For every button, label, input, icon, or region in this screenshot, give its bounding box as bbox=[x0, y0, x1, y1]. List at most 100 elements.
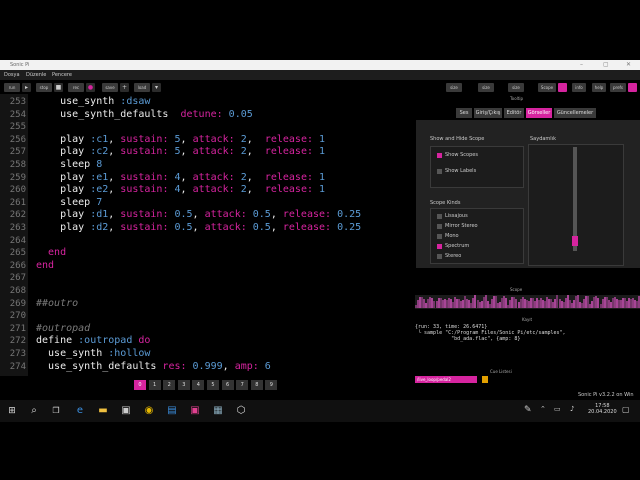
spectrum-checkbox[interactable] bbox=[437, 244, 442, 249]
show-scopes-checkbox[interactable] bbox=[437, 153, 442, 158]
code-line[interactable]: play :c1, sustain: 5, attack: 2, release… bbox=[60, 134, 325, 145]
run-button[interactable]: run bbox=[4, 83, 20, 92]
record-icon[interactable]: ● bbox=[86, 83, 95, 92]
code-line[interactable]: play :e2, sustain: 4, attack: 2, release… bbox=[60, 184, 325, 195]
code-line[interactable]: #outropad bbox=[36, 323, 90, 334]
buffer-tab-4[interactable]: 4 bbox=[192, 380, 205, 390]
menu-window[interactable]: Pencere bbox=[52, 72, 72, 78]
search-icon[interactable]: ⌕ bbox=[28, 405, 40, 417]
code-token: sustain: bbox=[120, 133, 175, 145]
tab-editor[interactable]: Editör bbox=[504, 108, 524, 118]
code-line[interactable]: use_synth :hollow bbox=[48, 348, 150, 359]
app-icon[interactable]: ▣ bbox=[189, 405, 201, 417]
info-button[interactable]: info bbox=[572, 83, 586, 92]
mirror-stereo-checkbox[interactable] bbox=[437, 224, 442, 229]
text-size-button[interactable]: size bbox=[446, 83, 462, 92]
line-number: 257 bbox=[9, 147, 26, 158]
pen-icon[interactable]: ✎ bbox=[524, 405, 532, 415]
explorer-icon[interactable]: ▬ bbox=[97, 405, 109, 417]
save-button[interactable]: save bbox=[102, 83, 118, 92]
code-line[interactable]: use_synth_defaults res: 0.999, amp: 6 bbox=[48, 361, 271, 372]
code-token: 0.25 bbox=[337, 222, 362, 233]
tab-updates[interactable]: Güncellemeler bbox=[554, 108, 596, 118]
mono-checkbox[interactable] bbox=[437, 234, 442, 239]
code-line[interactable]: use_synth :dsaw bbox=[60, 96, 150, 107]
code-line[interactable]: sleep 7 bbox=[60, 197, 102, 208]
volume-icon[interactable]: ♪ bbox=[570, 405, 574, 413]
store-icon[interactable]: ▣ bbox=[120, 405, 132, 417]
load-icon[interactable]: ▾ bbox=[152, 83, 161, 92]
buffer-tab-1[interactable]: 1 bbox=[148, 380, 161, 390]
stop-button[interactable]: stop bbox=[36, 83, 52, 92]
tab-io[interactable]: Giriş/Çıkış bbox=[474, 108, 502, 118]
outlook-icon[interactable]: ▤ bbox=[166, 405, 178, 417]
edge-icon[interactable]: e bbox=[74, 405, 86, 417]
task-view-icon[interactable]: ❐ bbox=[50, 405, 62, 417]
line-number: 255 bbox=[9, 122, 26, 133]
scope-button[interactable]: Scope bbox=[538, 83, 556, 92]
line-number: 274 bbox=[9, 361, 26, 372]
help-button[interactable]: help bbox=[592, 83, 606, 92]
code-line[interactable]: end bbox=[48, 247, 66, 258]
maximize-button[interactable]: ▢ bbox=[603, 61, 609, 68]
chrome-icon[interactable]: ◉ bbox=[143, 405, 155, 417]
buffer-tab-7[interactable]: 7 bbox=[236, 380, 249, 390]
sonic-pi-icon[interactable]: ⬡ bbox=[235, 405, 247, 417]
code-line[interactable]: play :d1, sustain: 0.5, attack: 0.5, rel… bbox=[60, 209, 361, 220]
buffer-tab-0[interactable]: 0 bbox=[134, 380, 146, 390]
tab-visuals[interactable]: Görseller bbox=[526, 108, 552, 118]
code-line[interactable]: ##outro bbox=[36, 298, 78, 309]
text-size-up-button[interactable]: size bbox=[508, 83, 524, 92]
stereo-checkbox[interactable] bbox=[437, 254, 442, 259]
spectrum-label: Spectrum bbox=[445, 243, 470, 249]
code-token: , bbox=[108, 184, 121, 196]
buffer-tab-9[interactable]: 9 bbox=[265, 380, 278, 390]
show-labels-checkbox[interactable] bbox=[437, 169, 442, 174]
prefs-icon[interactable] bbox=[628, 83, 637, 92]
scope-kinds-title: Scope Kinds bbox=[430, 200, 461, 206]
taskbar-clock[interactable]: 17:58 20.04.2020 bbox=[588, 403, 617, 415]
close-button[interactable]: ✕ bbox=[626, 61, 631, 68]
notification-icon[interactable]: ▢ bbox=[622, 405, 630, 414]
buffer-tab-8[interactable]: 8 bbox=[250, 380, 263, 390]
buffer-tab-2[interactable]: 2 bbox=[163, 380, 176, 390]
play-icon[interactable]: ▸ bbox=[22, 83, 31, 92]
code-token: 1 bbox=[319, 184, 326, 196]
windows-icon[interactable]: ⊞ bbox=[6, 405, 18, 417]
code-line[interactable]: play :d2, sustain: 0.5, attack: 0.5, rel… bbox=[60, 222, 361, 233]
code-token: , bbox=[270, 222, 283, 233]
code-line[interactable]: define :outropad do bbox=[36, 335, 150, 346]
stop-icon[interactable]: ■ bbox=[54, 83, 63, 92]
network-icon[interactable]: ▭ bbox=[554, 405, 561, 413]
save-icon[interactable]: + bbox=[120, 83, 129, 92]
buffer-tab-3[interactable]: 3 bbox=[177, 380, 190, 390]
notepad-icon[interactable]: ▦ bbox=[212, 405, 224, 417]
chevron-up-icon[interactable]: ⌃ bbox=[540, 405, 546, 413]
load-button[interactable]: load bbox=[134, 83, 150, 92]
code-line[interactable]: end bbox=[36, 260, 54, 271]
menu-file[interactable]: Dosya bbox=[4, 72, 20, 78]
code-editor[interactable]: 253 use_synth :dsaw 254 use_synth_defaults … bbox=[0, 94, 410, 376]
transparency-slider-handle[interactable] bbox=[572, 236, 578, 247]
rec-button[interactable]: rec bbox=[68, 83, 84, 92]
code-token: :outropad bbox=[78, 335, 139, 347]
code-token: 1 bbox=[319, 146, 326, 158]
show-labels-label: Show Labels bbox=[445, 168, 477, 174]
line-number: 260 bbox=[9, 185, 26, 196]
minimize-button[interactable]: – bbox=[580, 61, 583, 68]
code-line[interactable]: sleep 8 bbox=[60, 159, 102, 170]
prefs-button[interactable]: prefs bbox=[610, 83, 626, 92]
lissajous-checkbox[interactable] bbox=[437, 214, 442, 219]
text-size-down-button[interactable]: size bbox=[478, 83, 494, 92]
tab-sound[interactable]: Ses bbox=[456, 108, 472, 118]
buffer-tab-5[interactable]: 5 bbox=[207, 380, 219, 390]
code-line[interactable]: play :e1, sustain: 4, attack: 2, release… bbox=[60, 172, 325, 183]
code-line[interactable]: use_synth_defaults detune: 0.05 bbox=[60, 109, 253, 120]
code-token: , bbox=[180, 171, 193, 183]
scope-icon[interactable] bbox=[558, 83, 567, 92]
buffer-tab-6[interactable]: 6 bbox=[221, 380, 234, 390]
code-token: release: bbox=[282, 209, 338, 221]
transparency-group bbox=[528, 144, 624, 266]
code-line[interactable]: play :c2, sustain: 5, attack: 2, release… bbox=[60, 146, 325, 157]
menu-edit[interactable]: Düzenle bbox=[26, 72, 46, 78]
